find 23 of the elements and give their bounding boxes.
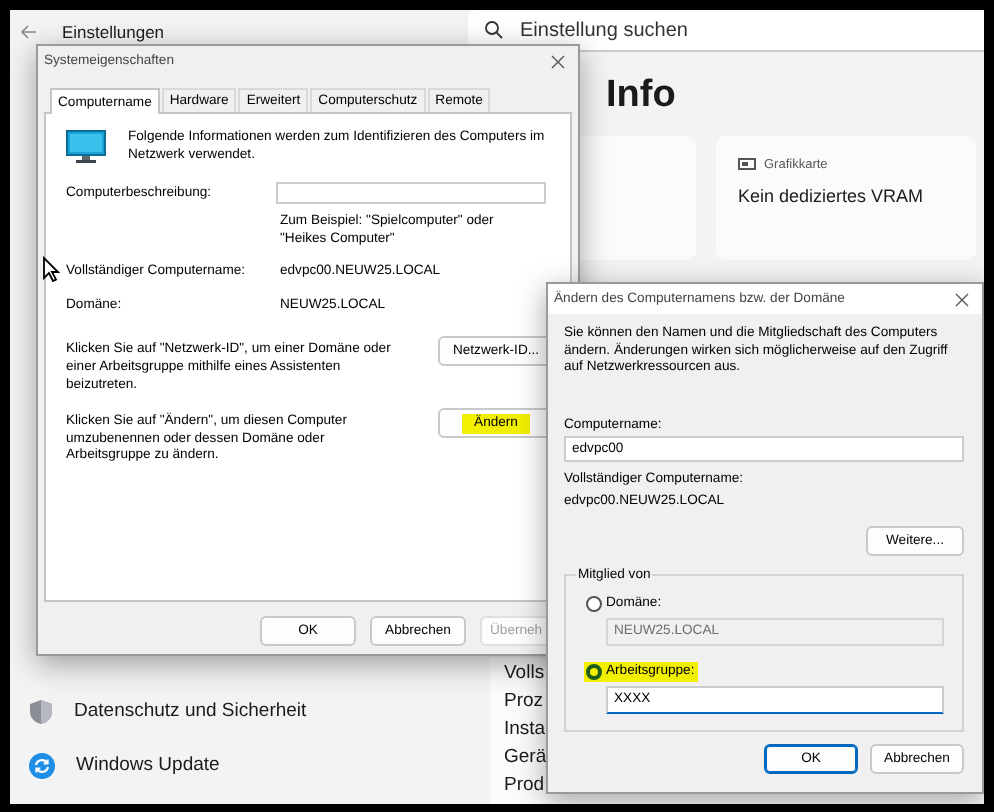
info-label: Proz (504, 690, 544, 714)
info-label: Volls (504, 662, 545, 686)
window-title: Einstellungen (62, 21, 165, 41)
shield-icon (28, 697, 54, 725)
radio-button[interactable] (586, 663, 602, 680)
search-field[interactable]: Einstellung suchen (468, 10, 984, 52)
card-value: Kein dediziertes VRAM (738, 186, 924, 206)
search-input[interactable]: Einstellung suchen (520, 19, 920, 41)
info-label: Insta (504, 718, 546, 742)
info-label: Gerä (504, 746, 547, 770)
radio-button[interactable] (586, 595, 602, 612)
back-arrow-icon[interactable] (20, 23, 38, 39)
graphics-card-icon (738, 158, 756, 172)
update-icon (28, 751, 56, 779)
monitor-icon (66, 130, 106, 164)
description-field[interactable] (276, 182, 546, 205)
nav-item[interactable]: Datenschutz und Sicherheit (28, 692, 490, 730)
nav-item[interactable]: Windows Update (28, 746, 490, 784)
search-icon (484, 20, 504, 40)
info-label: Prod (504, 774, 545, 798)
close-icon[interactable] (550, 53, 566, 69)
close-icon[interactable] (954, 291, 970, 307)
page-heading: Info (606, 74, 678, 118)
